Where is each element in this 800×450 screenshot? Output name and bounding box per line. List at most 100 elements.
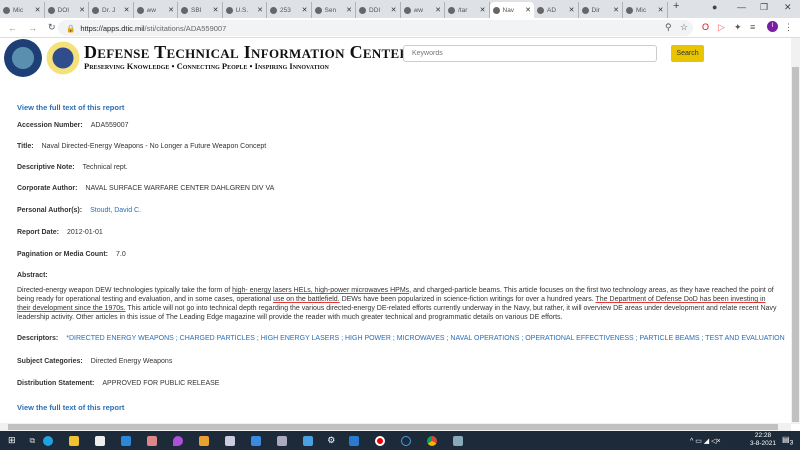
browser-tab[interactable]: 253 ✕ <box>267 2 312 18</box>
site-brand[interactable]: Defense Technical Information Center Pre… <box>84 42 409 71</box>
new-tab-button[interactable]: + <box>673 0 679 12</box>
app2-icon[interactable] <box>225 435 236 446</box>
tab-title: Mic <box>13 6 24 14</box>
close-tab-icon[interactable]: ✕ <box>435 6 441 14</box>
favicon-icon <box>47 6 55 14</box>
cortana-icon[interactable] <box>401 435 412 446</box>
url-input[interactable]: 🔒 https://apps.dtic.mil/sti/citations/AD… <box>58 20 693 36</box>
tab-title: AD <box>547 6 557 14</box>
paint-icon[interactable] <box>147 435 158 446</box>
clock[interactable]: 22:28 3-8-2021 <box>750 432 776 448</box>
photos-icon[interactable] <box>251 435 262 446</box>
field-value: Naval Directed-Energy Weapons - No Longe… <box>41 143 267 150</box>
app4-icon[interactable] <box>303 435 314 446</box>
close-tab-icon[interactable]: ✕ <box>346 6 352 14</box>
dtic-seal-logo <box>44 39 82 77</box>
search-button[interactable]: Search <box>671 45 704 62</box>
close-tab-icon[interactable]: ✕ <box>658 6 664 14</box>
forward-icon[interactable]: → <box>28 23 40 33</box>
browser-tab[interactable]: ww ✕ <box>134 2 178 18</box>
media-icon[interactable]: ≡ <box>750 22 755 32</box>
descriptors-links[interactable]: *DIRECTED ENERGY WEAPONS ; CHARGED PARTI… <box>66 335 784 342</box>
vertical-scroll-thumb[interactable] <box>792 67 799 422</box>
close-tab-icon[interactable]: ✕ <box>525 6 531 14</box>
task-view-icon[interactable]: ⧉ <box>30 436 36 446</box>
close-tab-icon[interactable]: ✕ <box>124 6 130 14</box>
favicon-icon <box>270 6 277 14</box>
favicon-icon <box>3 6 10 14</box>
browser-tab[interactable]: Sen ✕ <box>312 2 356 18</box>
browser-tab[interactable]: Mic ✕ <box>623 2 668 18</box>
app5-icon[interactable] <box>349 435 360 446</box>
close-window-button[interactable]: ✕ <box>784 2 792 13</box>
avatar[interactable]: I <box>767 21 778 32</box>
close-tab-icon[interactable]: ✕ <box>569 6 575 14</box>
close-tab-icon[interactable]: ✕ <box>79 6 85 14</box>
notifications-icon[interactable]: ▤3 <box>782 435 793 447</box>
browser-tab[interactable]: Mic ✕ <box>0 2 45 18</box>
tray-icons[interactable]: ^ ▭ ◢ ◁× <box>690 437 721 445</box>
keywords-search-input[interactable] <box>403 45 657 62</box>
browser-tab[interactable]: Dir ✕ <box>579 2 623 18</box>
back-icon[interactable]: ← <box>8 23 20 33</box>
bookmark-star-icon[interactable]: ☆ <box>680 22 688 33</box>
field-label: Accession Number: <box>17 122 83 129</box>
record-field: Pagination or Media Count: 7.0 <box>17 251 126 258</box>
profile-menu-icon[interactable]: ● <box>712 2 717 12</box>
menu-kebab-icon[interactable]: ⋮ <box>784 22 793 33</box>
close-tab-icon[interactable]: ✕ <box>480 6 486 14</box>
browser-tab[interactable]: AD ✕ <box>534 2 579 18</box>
close-tab-icon[interactable]: ✕ <box>613 6 619 14</box>
close-tab-icon[interactable]: ✕ <box>257 6 263 14</box>
browser-tab[interactable]: Nav ✕ <box>489 2 534 18</box>
browser-tab[interactable]: DDI ✕ <box>356 2 401 18</box>
favicon-icon <box>181 6 188 14</box>
maximize-button[interactable]: ❐ <box>760 2 768 13</box>
recorder-icon[interactable] <box>375 435 386 446</box>
favicon-icon <box>136 6 144 14</box>
app3-icon[interactable] <box>277 435 288 446</box>
field-value: ADA559007 <box>90 122 129 129</box>
tab-title: SBI <box>191 6 202 14</box>
field-label: Title: <box>17 143 34 150</box>
opera-extension-icon[interactable]: O <box>702 22 709 32</box>
tab-title: Dr. J <box>102 6 116 14</box>
app6-icon[interactable] <box>453 435 464 446</box>
paint3d-icon[interactable] <box>173 435 184 446</box>
favicon-icon <box>492 6 500 14</box>
zoom-icon[interactable]: ⚲ <box>665 22 672 33</box>
browser-tab[interactable]: DOI ✕ <box>45 2 89 18</box>
minimize-button[interactable]: — <box>737 2 746 12</box>
close-tab-icon[interactable]: ✕ <box>213 6 219 14</box>
url-path: /sti/citations/ADA559007 <box>144 23 227 33</box>
start-button[interactable]: ⊞ <box>8 435 16 446</box>
store-icon[interactable] <box>95 435 106 446</box>
favicon-icon <box>448 6 455 14</box>
view-full-text-link-bottom[interactable]: View the full text of this report <box>17 403 124 412</box>
close-tab-icon[interactable]: ✕ <box>168 6 174 14</box>
settings-icon[interactable]: ⚙ <box>327 435 335 446</box>
tab-title: U.S. <box>235 6 249 14</box>
field-label: Pagination or Media Count: <box>17 251 108 258</box>
abstract-text: Directed-energy weapon DEW technologies … <box>17 287 777 321</box>
browser-tab[interactable]: Dr. J ✕ <box>89 2 134 18</box>
browser-tab[interactable]: SBI ✕ <box>178 2 223 18</box>
edge-icon[interactable] <box>43 435 54 446</box>
browser-tab[interactable]: /tar ✕ <box>445 2 490 18</box>
record-field: Report Date: 2012-01-01 <box>17 229 103 236</box>
browser-tab[interactable]: U.S. ✕ <box>223 2 267 18</box>
cast-extension-icon[interactable]: ▷ <box>718 22 725 33</box>
chrome-icon[interactable] <box>427 435 438 446</box>
close-tab-icon[interactable]: ✕ <box>302 6 308 14</box>
subject-value: Directed Energy Weapons <box>90 358 173 365</box>
horizontal-scroll-thumb[interactable] <box>8 424 778 430</box>
view-full-text-link[interactable]: View the full text of this report <box>17 103 124 112</box>
file-explorer-icon[interactable] <box>69 435 80 446</box>
close-tab-icon[interactable]: ✕ <box>391 6 397 14</box>
close-tab-icon[interactable]: ✕ <box>35 6 41 14</box>
mail-icon[interactable] <box>121 435 132 446</box>
app-icon[interactable] <box>199 435 210 446</box>
field-value[interactable]: Stoudt, David C. <box>90 207 141 214</box>
browser-tab[interactable]: ww ✕ <box>401 2 445 18</box>
extensions-icon[interactable]: ✦ <box>734 22 742 33</box>
